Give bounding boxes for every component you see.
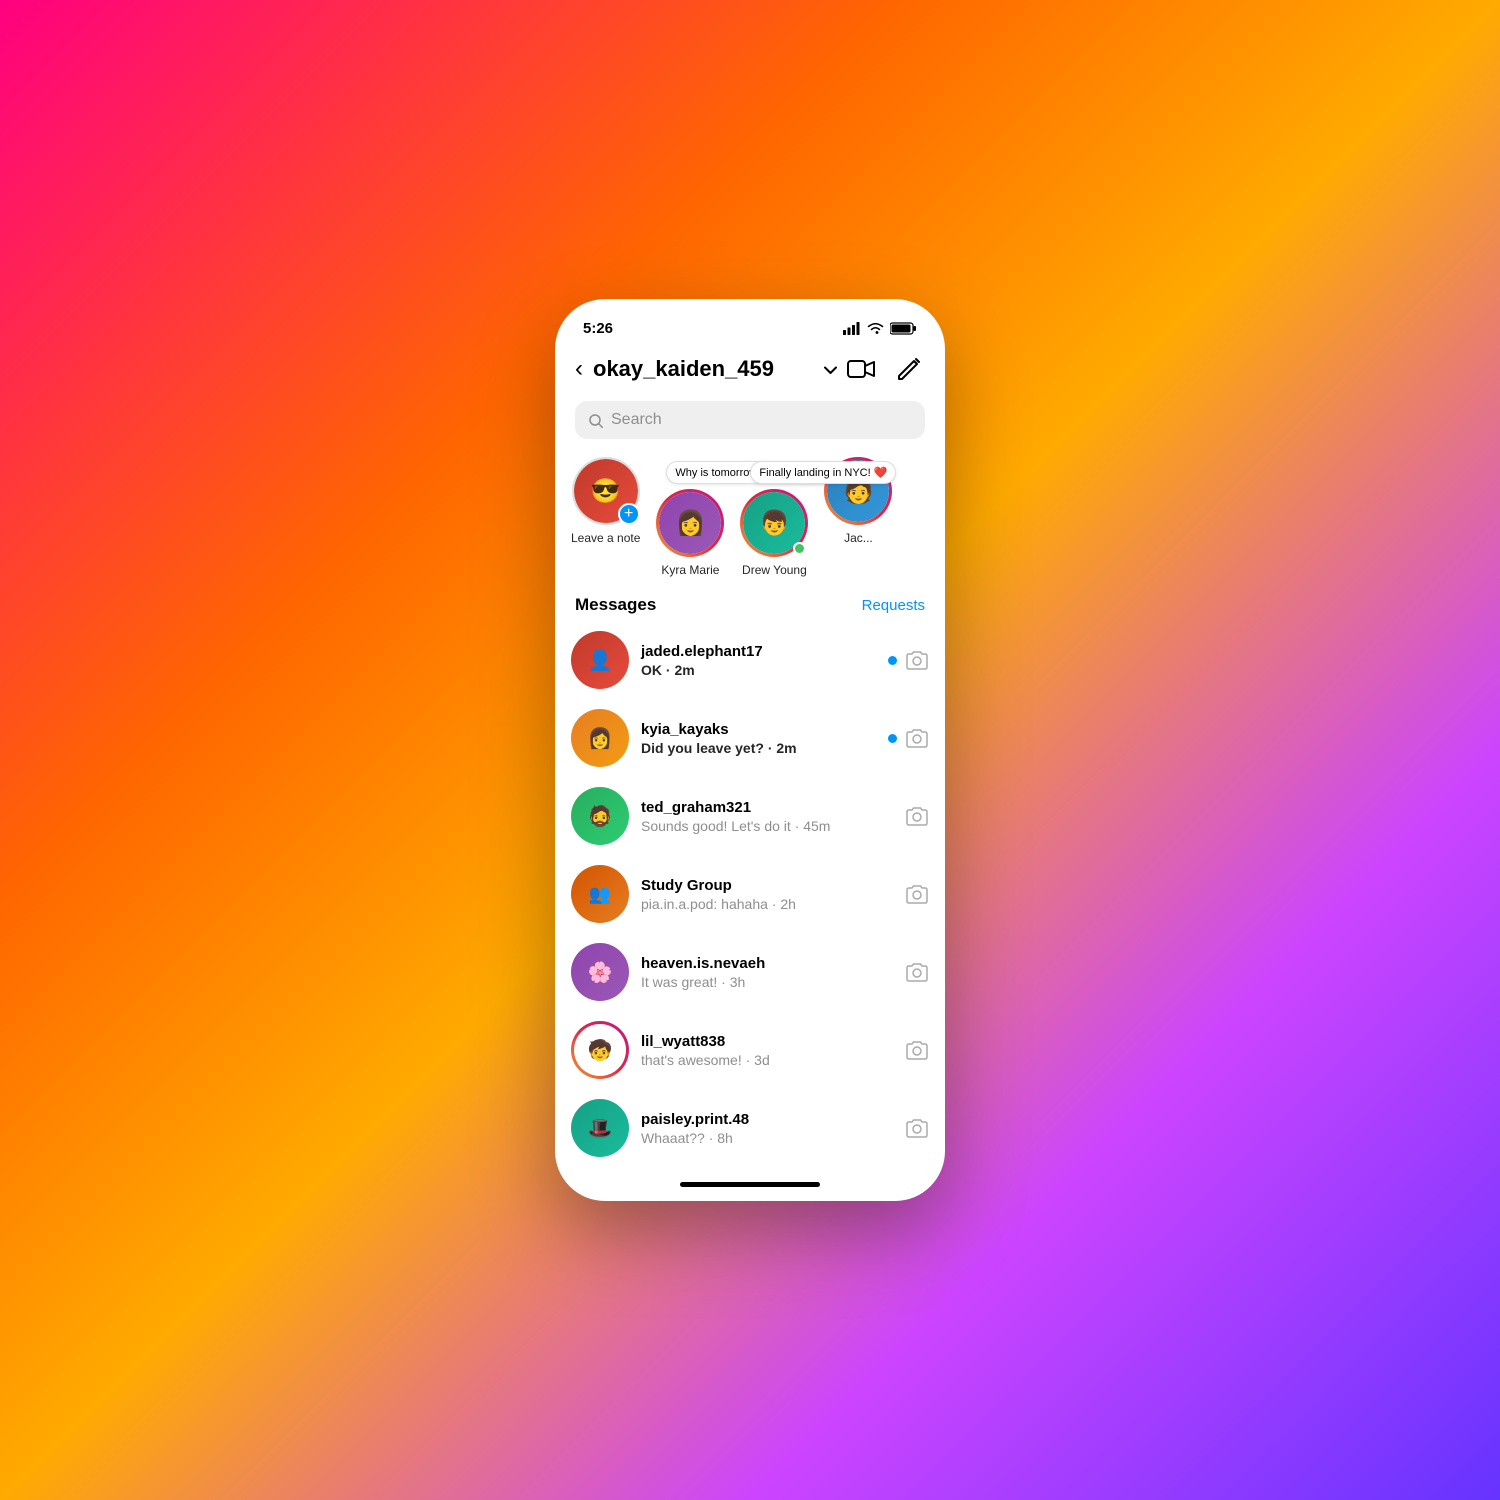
avatar-image: 🌸 [571,943,629,1001]
home-indicator [555,1167,945,1201]
message-actions [888,649,929,672]
message-username: kyia_kayaks [641,721,876,738]
unread-indicator [888,656,897,665]
camera-button[interactable] [905,1117,929,1140]
message-content-study: Study Group pia.in.a.pod: hahaha · 2h [641,877,893,912]
story-label-self: Leave a note [571,531,640,545]
story-avatar-wrapper-kyra: 👩 [656,489,724,557]
phone-frame: 5:26 ‹ okay_kaiden_ [555,299,945,1201]
message-content-jaded: jaded.elephant17 OK · 2m [641,643,876,678]
message-username: heaven.is.nevaeh [641,955,893,972]
message-item-kyia[interactable]: 👩 kyia_kayaks Did you leave yet? · 2m [571,699,929,777]
requests-link[interactable]: Requests [862,597,925,614]
search-bar[interactable]: Search [575,401,925,439]
message-actions [888,727,929,750]
search-icon [589,412,603,429]
search-container: Search [555,395,945,449]
status-icons [843,322,917,335]
camera-button[interactable] [905,805,929,828]
nav-chevron[interactable] [824,361,837,377]
battery-icon [890,322,917,335]
story-avatar-wrapper-self: 😎 + [572,457,640,525]
avatar-image: 👥 [571,865,629,923]
message-username: ted_graham321 [641,799,893,816]
nav-actions [845,353,925,385]
camera-button[interactable] [905,961,929,984]
message-avatar-study: 👥 [571,865,629,923]
message-content-paisley: paisley.print.48 Whaaat?? · 8h [641,1111,893,1146]
message-item-wyatt[interactable]: 🧒 lil_wyatt838 that's awesome! · 3d [571,1011,929,1089]
online-indicator [793,542,806,555]
story-avatar-kyra: 👩 [656,489,724,557]
back-button[interactable]: ‹ [575,355,583,383]
message-avatar-kyia: 👩 [571,709,629,767]
unread-indicator [888,734,897,743]
avatar-image: 🧔 [571,787,629,845]
wifi-icon [867,322,884,335]
message-avatar-heaven: 🌸 [571,943,629,1001]
avatar-image: 👩 [571,709,629,767]
video-camera-button[interactable] [845,353,877,385]
message-content-kyia: kyia_kayaks Did you leave yet? · 2m [641,721,876,756]
message-content-heaven: heaven.is.nevaeh It was great! · 3h [641,955,893,990]
message-username: paisley.print.48 [641,1111,893,1128]
message-actions [905,883,929,906]
message-list: 👤 jaded.elephant17 OK · 2m 👩 [555,621,945,1167]
story-label-jack: Jac... [844,531,873,545]
message-actions [905,1117,929,1140]
nav-bar: ‹ okay_kaiden_459 [555,343,945,395]
nav-title: okay_kaiden_459 [593,356,814,382]
add-story-button[interactable]: + [618,503,640,525]
signal-icon [843,322,861,335]
message-item-jaded[interactable]: 👤 jaded.elephant17 OK · 2m [571,621,929,699]
story-note-drew: Finally landing in NYC! ❤️ [750,461,896,484]
message-preview: Whaaat?? · 8h [641,1130,893,1146]
status-bar: 5:26 [555,299,945,343]
message-content-ted: ted_graham321 Sounds good! Let's do it ·… [641,799,893,834]
camera-button[interactable] [905,883,929,906]
message-actions [905,805,929,828]
message-item-ted[interactable]: 🧔 ted_graham321 Sounds good! Let's do it… [571,777,929,855]
story-item-drew[interactable]: Finally landing in NYC! ❤️ 👦 Drew Young [740,489,808,577]
camera-button[interactable] [905,1039,929,1062]
message-avatar-paisley: 🎩 [571,1099,629,1157]
message-avatar-ted: 🧔 [571,787,629,845]
status-time: 5:26 [583,320,613,337]
message-preview: Did you leave yet? · 2m [641,740,876,756]
avatar-image: 👤 [571,631,629,689]
messages-title: Messages [575,595,656,615]
messages-header: Messages Requests [555,591,945,621]
search-placeholder: Search [611,411,662,429]
story-label-drew: Drew Young [742,563,807,577]
story-item-self[interactable]: 😎 + Leave a note [571,457,640,577]
home-bar [680,1182,820,1187]
message-avatar-jaded: 👤 [571,631,629,689]
message-preview: OK · 2m [641,662,876,678]
message-preview: It was great! · 3h [641,974,893,990]
camera-button[interactable] [905,649,929,672]
story-label-kyra: Kyra Marie [661,563,719,577]
avatar-person: 👩 [659,492,721,554]
message-item-study[interactable]: 👥 Study Group pia.in.a.pod: hahaha · 2h [571,855,929,933]
story-avatar-wrapper-drew: 👦 [740,489,808,557]
message-content-wyatt: lil_wyatt838 that's awesome! · 3d [641,1033,893,1068]
avatar-image: 🎩 [571,1099,629,1157]
message-actions [905,1039,929,1062]
message-avatar-wyatt: 🧒 [571,1021,629,1079]
message-item-heaven[interactable]: 🌸 heaven.is.nevaeh It was great! · 3h [571,933,929,1011]
stories-row: 😎 + Leave a note Why is tomorrow Monday!… [555,449,945,591]
message-actions [905,961,929,984]
story-item-kyra[interactable]: Why is tomorrow Monday!? 🤩 👩 Kyra Marie [656,489,724,577]
camera-button[interactable] [905,727,929,750]
message-preview: Sounds good! Let's do it · 45m [641,818,893,834]
message-username: jaded.elephant17 [641,643,876,660]
message-item-paisley[interactable]: 🎩 paisley.print.48 Whaaat?? · 8h [571,1089,929,1167]
message-preview: that's awesome! · 3d [641,1052,893,1068]
message-username: Study Group [641,877,893,894]
message-preview: pia.in.a.pod: hahaha · 2h [641,896,893,912]
message-username: lil_wyatt838 [641,1033,893,1050]
avatar-image: 🧒 [574,1024,626,1076]
compose-button[interactable] [893,353,925,385]
